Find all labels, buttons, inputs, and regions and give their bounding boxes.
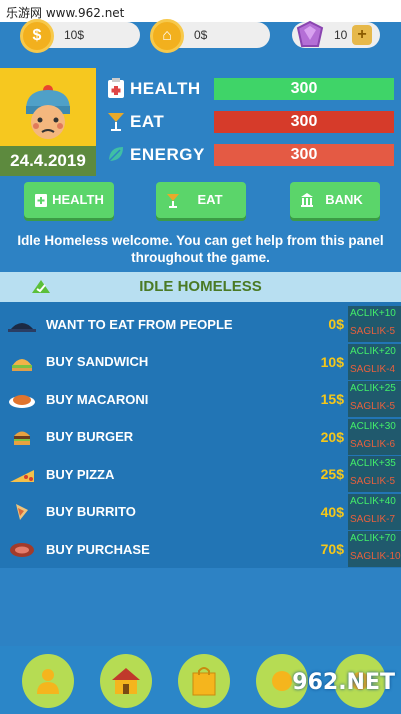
person-icon <box>37 669 59 694</box>
item-price: 10$ <box>320 353 344 370</box>
sandwich-icon <box>8 352 36 372</box>
hunger-bonus: ACLIK+40 <box>350 495 396 507</box>
item-name: BUY BURGER <box>46 429 134 444</box>
shop-item[interactable]: BUY PIZZA 25$ <box>0 456 348 492</box>
burger-icon <box>8 427 36 447</box>
energy-bar: 300 <box>214 144 394 166</box>
item-price: 25$ <box>320 466 344 482</box>
shopping-bag-icon <box>192 667 216 696</box>
money-value: 10$ <box>64 28 85 42</box>
nav-buttons: HEALTH EAT BANK <box>0 182 401 222</box>
hunger-bonus: ACLIK+35 <box>350 458 396 469</box>
status-panel: 24.4.2019 HEALTH 300 EAT 300 ENERGY 300 <box>0 68 401 178</box>
welcome-message: Idle Homeless welcome. You can get help … <box>17 233 384 265</box>
health-button-label: HEALTH <box>52 192 104 207</box>
item-price: 20$ <box>320 428 344 445</box>
item-price: 0$ <box>328 316 344 332</box>
item-name: BUY PIZZA <box>46 466 115 482</box>
dollar-coin-icon: $ <box>20 19 54 53</box>
health-bar: 300 <box>214 78 394 100</box>
item-effects: ACLIK+30 SAGLIK-6 <box>348 418 401 455</box>
energy-leaf-icon <box>108 147 123 162</box>
item-price: 40$ <box>320 503 344 520</box>
game-date: 24.4.2019 <box>0 146 96 176</box>
energy-label: ENERGY <box>130 145 205 164</box>
health-penalty: SAGLIK-5 <box>350 326 396 337</box>
health-penalty: SAGLIK-4 <box>350 363 396 375</box>
hunger-bonus: ACLIK+30 <box>350 420 396 432</box>
item-effects: ACLIK+10 SAGLIK-5 <box>348 306 401 342</box>
homeless-face-icon <box>26 85 70 139</box>
health-penalty: SAGLIK-7 <box>350 513 396 525</box>
item-name: BUY SANDWICH <box>46 354 149 369</box>
bank-button[interactable]: BANK <box>290 182 380 218</box>
gem-icon <box>296 20 324 47</box>
item-name: BUY PURCHASE <box>46 541 150 557</box>
currency-bar: $ 10$ ⌂ 0$ 10 + <box>0 18 401 58</box>
shop-item[interactable]: BUY SANDWICH 10$ <box>0 344 348 380</box>
gold-value: 0$ <box>194 28 208 42</box>
shop-item[interactable]: WANT TO EAT FROM PEOPLE 0$ <box>0 306 348 342</box>
item-effects: ACLIK+70 SAGLIK-10 <box>348 531 401 567</box>
shop-item[interactable]: BUY MACARONI 15$ <box>0 381 348 417</box>
health-button[interactable]: HEALTH <box>24 182 114 218</box>
item-price: 70$ <box>320 541 344 557</box>
cocktail-icon <box>108 113 124 131</box>
shop-item[interactable]: BUY BURGER 20$ <box>0 419 348 455</box>
hat-icon <box>8 314 36 334</box>
item-price: 15$ <box>320 391 344 407</box>
shop-item[interactable]: BUY PURCHASE 70$ <box>0 531 348 567</box>
list-header: IDLE HOMELESS <box>0 272 401 302</box>
gem-value: 10 <box>334 28 348 42</box>
item-effects: ACLIK+35 SAGLIK-5 <box>348 456 401 492</box>
eat-button-label: EAT <box>197 192 223 207</box>
profile-tab[interactable] <box>22 654 74 708</box>
macaroni-icon <box>8 389 36 409</box>
item-name: BUY BURRITO <box>46 504 136 519</box>
health-penalty: SAGLIK-10 <box>350 551 401 562</box>
gold-counter: ⌂ 0$ <box>150 19 270 53</box>
item-effects: ACLIK+40 SAGLIK-7 <box>348 493 401 530</box>
health-penalty: SAGLIK-5 <box>350 476 396 487</box>
home-tab[interactable] <box>100 654 152 708</box>
health-kit-icon <box>35 194 47 207</box>
eat-stat: EAT 300 <box>106 109 396 135</box>
add-gems-button[interactable]: + <box>352 25 372 45</box>
hunger-bonus: ACLIK+25 <box>350 383 396 394</box>
eat-label: EAT <box>130 112 165 131</box>
health-penalty: SAGLIK-6 <box>350 438 396 450</box>
eat-bar: 300 <box>214 111 394 133</box>
shop-list: IDLE HOMELESS WANT TO EAT FROM PEOPLE 0$ A… <box>0 272 401 568</box>
money-counter: $ 10$ <box>20 19 140 53</box>
health-label: HEALTH <box>130 79 201 98</box>
bank-button-label: BANK <box>325 192 363 207</box>
item-name: BUY MACARONI <box>46 391 149 407</box>
item-name: WANT TO EAT FROM PEOPLE <box>46 316 233 332</box>
health-stat: HEALTH 300 <box>106 76 396 102</box>
gem-counter: 10 + <box>292 20 380 48</box>
item-effects: ACLIK+20 SAGLIK-4 <box>348 343 401 380</box>
eat-button[interactable]: EAT <box>156 182 246 218</box>
energy-stat: ENERGY 300 <box>106 142 396 168</box>
cocktail-icon <box>167 194 179 208</box>
bank-icon <box>301 193 313 207</box>
list-title: IDLE HOMELESS <box>139 278 262 295</box>
site-logo: 962.NET <box>292 670 395 695</box>
shop-item[interactable]: BUY BURRITO 40$ <box>0 494 348 530</box>
house-icon <box>112 668 140 694</box>
item-effects: ACLIK+25 SAGLIK-5 <box>348 381 401 417</box>
burrito-icon <box>8 502 36 522</box>
hunger-bonus: ACLIK+20 <box>350 345 396 357</box>
hunger-bonus: ACLIK+10 <box>350 308 396 319</box>
pizza-icon <box>8 464 36 484</box>
health-penalty: SAGLIK-5 <box>350 401 396 412</box>
checkmark-icon <box>32 280 50 293</box>
gold-coin-icon: ⌂ <box>150 19 184 53</box>
steak-icon <box>8 539 36 559</box>
avatar: 24.4.2019 <box>0 68 96 176</box>
shop-tab[interactable] <box>178 654 230 708</box>
hunger-bonus: ACLIK+70 <box>350 533 396 544</box>
health-kit-icon <box>108 78 124 98</box>
